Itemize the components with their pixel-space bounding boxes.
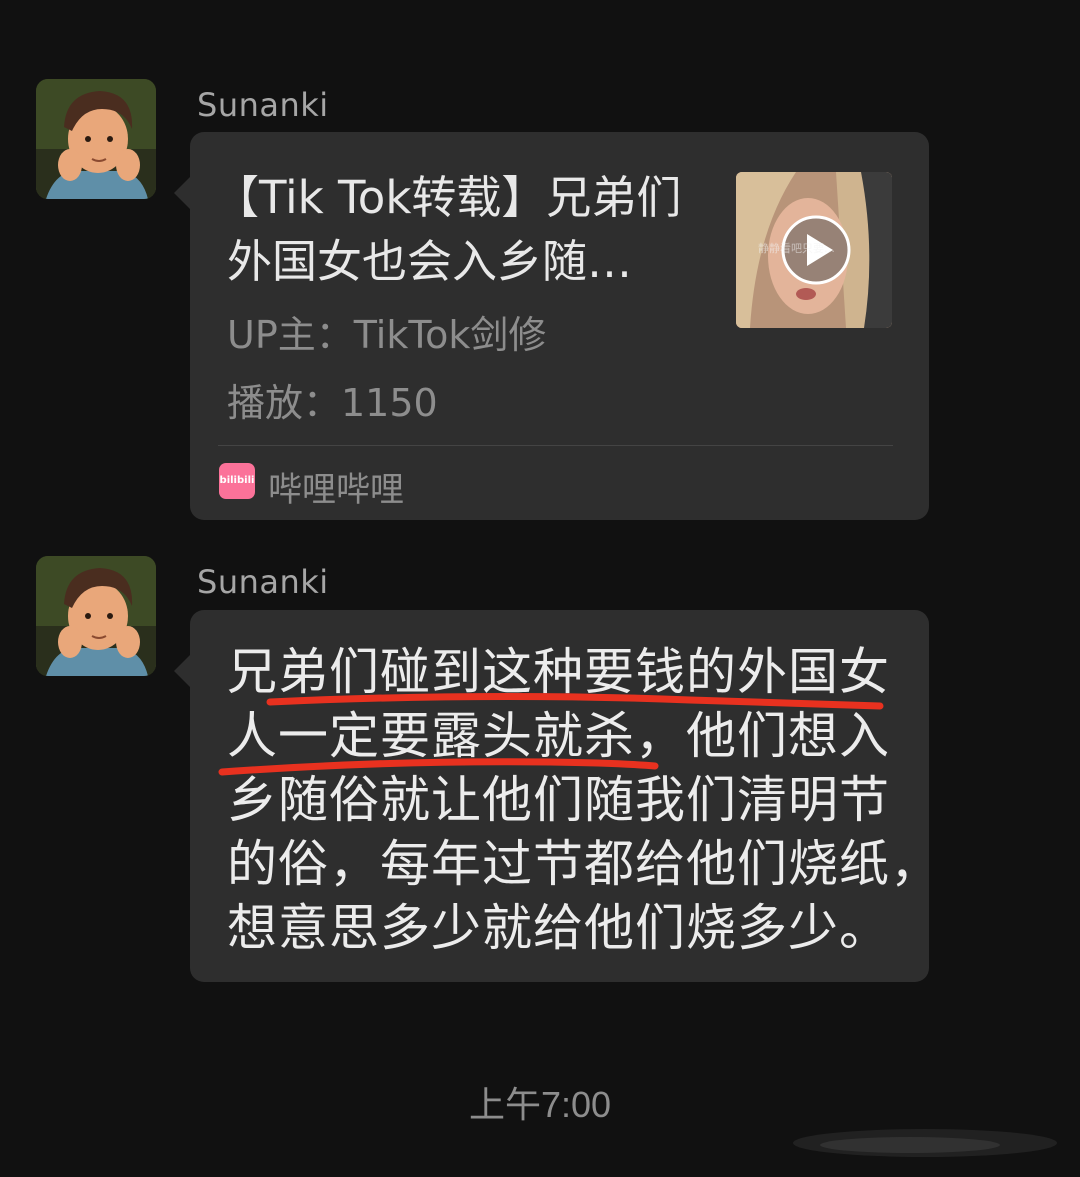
- card-uploader: UP主：TikTok剑修: [227, 313, 547, 357]
- avatar-illustration: [36, 79, 156, 199]
- message-line: 兄弟们碰到这种要钱的外国女: [227, 643, 890, 701]
- card-play-count: 播放：1150: [227, 381, 438, 425]
- timestamp: 上午7:00: [468, 1084, 612, 1125]
- avatar[interactable]: [36, 79, 156, 199]
- avatar-illustration: [36, 556, 156, 676]
- message-text: 兄弟们碰到这种要钱的外国女 人一定要露头就杀，他们想入 乡随俗就让他们随我们清明…: [227, 640, 941, 960]
- bubble-tail: [174, 655, 190, 687]
- card-title-line: 【Tik Tok转载】兄弟们: [214, 171, 682, 224]
- message-line: 想意思多少就给他们烧多少。: [227, 899, 890, 957]
- message-line: 的俗，每年过节都给他们烧纸，: [227, 835, 941, 893]
- text-message-bubble[interactable]: 兄弟们碰到这种要钱的外国女 人一定要露头就杀，他们想入 乡随俗就让他们随我们清明…: [174, 610, 941, 982]
- bubble-tail: [174, 177, 190, 209]
- card-source-name: 哔哩哔哩: [268, 470, 404, 510]
- sender-name: Sunanki: [197, 563, 329, 601]
- bilibili-icon: bilibili: [219, 463, 255, 499]
- card-divider: [218, 445, 893, 446]
- card-title-line: 外国女也会入乡随…: [227, 235, 633, 288]
- thumbnail-overlay-text: 静静看吧只要…: [758, 242, 835, 255]
- message-line: 乡随俗就让他们随我们清明节: [227, 771, 890, 829]
- link-card-bubble[interactable]: 【Tik Tok转载】兄弟们 外国女也会入乡随… UP主：TikTok剑修 播放…: [174, 132, 929, 520]
- video-thumbnail[interactable]: 静静看吧只要…: [736, 172, 892, 328]
- watermark-smudge: [793, 1129, 1057, 1157]
- sender-name: Sunanki: [197, 86, 329, 124]
- message-line: 人一定要露头就杀，他们想入: [227, 707, 890, 765]
- avatar[interactable]: [36, 556, 156, 676]
- card-title: 【Tik Tok转载】兄弟们 外国女也会入乡随…: [214, 166, 714, 294]
